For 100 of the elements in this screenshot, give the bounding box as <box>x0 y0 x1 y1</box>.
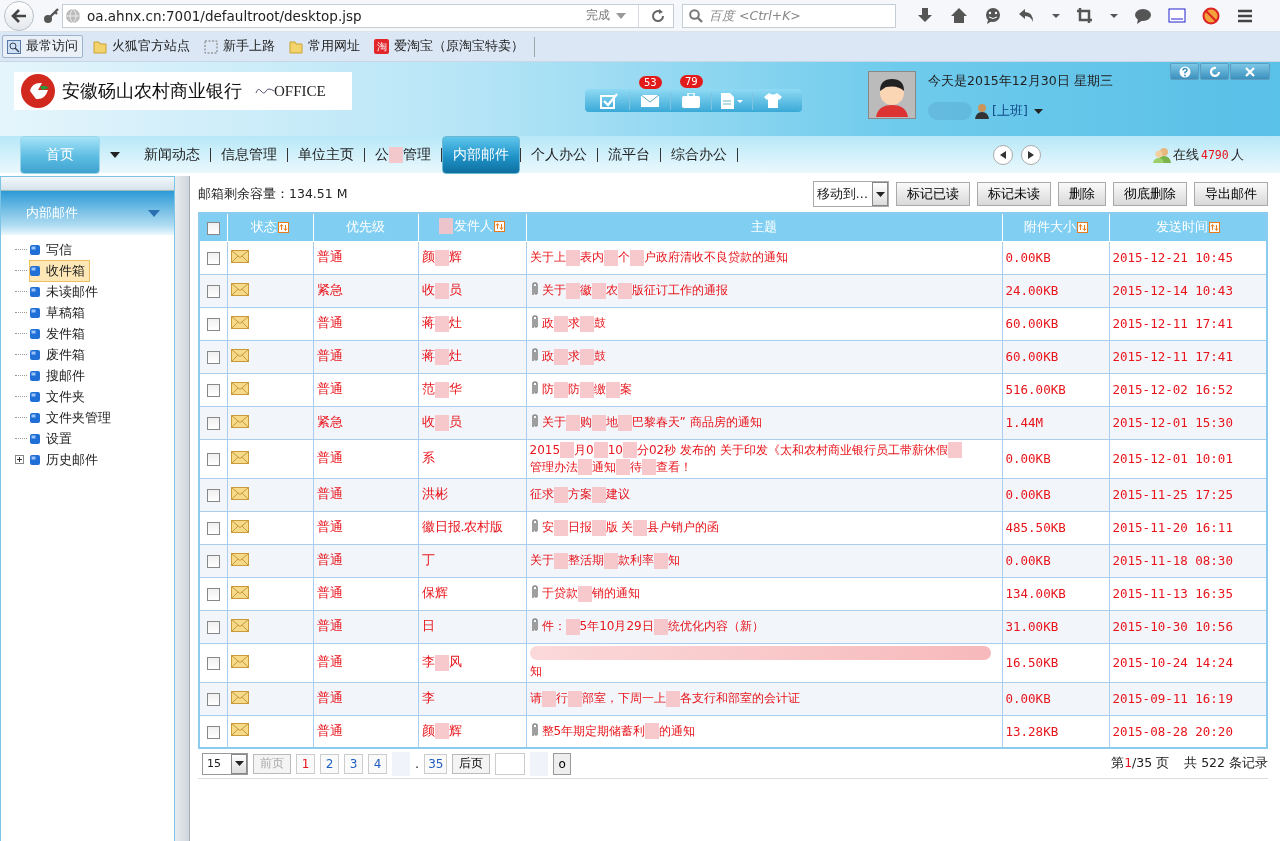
back-button[interactable] <box>4 0 34 31</box>
nav-tab[interactable]: 新闻动态 <box>134 139 210 170</box>
next-page-button[interactable]: 后页 <box>452 753 491 774</box>
redaction-mark <box>622 442 637 458</box>
page-button[interactable]: 2 <box>320 753 339 774</box>
refresh-button[interactable] <box>1200 63 1229 80</box>
subject-text: 求 <box>567 316 580 330</box>
row-checkbox[interactable] <box>206 489 220 502</box>
row-checkbox[interactable] <box>206 555 220 568</box>
close-button[interactable] <box>1230 63 1270 80</box>
page-button[interactable]: 4 <box>368 753 387 774</box>
priority-cell: 普通 <box>313 577 418 610</box>
redaction-mark <box>553 381 568 398</box>
square-icon <box>30 307 40 318</box>
collapse-bar[interactable] <box>1 177 174 191</box>
row-checkbox[interactable] <box>206 417 220 430</box>
record-total: 共 522 条记录 <box>1184 755 1268 772</box>
subject-text: 通知 <box>591 459 616 474</box>
page-input[interactable] <box>495 752 526 775</box>
action-button[interactable]: 导出邮件 <box>1194 182 1268 206</box>
user-status[interactable]: [上班] <box>992 102 1028 120</box>
user-icon <box>974 103 990 119</box>
sender-name: 颜 <box>421 249 435 264</box>
row-checkbox[interactable] <box>206 384 220 397</box>
folder-item[interactable]: 收件箱 <box>29 259 90 282</box>
address-field[interactable]: oa.ahnx.cn:7001/defaultroot/desktop.jsp 完成 <box>62 3 674 28</box>
page-size-dropdown[interactable]: 15 <box>202 752 248 775</box>
redaction-mark <box>617 282 632 299</box>
row-checkbox[interactable] <box>206 693 220 706</box>
swirl-icon <box>254 85 276 97</box>
folder-item[interactable]: 文件夹 <box>29 385 90 408</box>
action-button[interactable]: 标记已读 <box>896 182 970 206</box>
priority-cell: 普通 <box>313 544 418 577</box>
nav-tab-text: 管理 <box>403 145 431 164</box>
splitter[interactable] <box>175 176 190 841</box>
priority-cell: 普通 <box>313 373 418 406</box>
smiley-icon <box>984 6 1002 25</box>
folder-item[interactable]: 文件夹管理 <box>29 406 116 429</box>
page-button[interactable]: 35 <box>424 753 448 774</box>
page-button[interactable]: 1 <box>296 753 315 774</box>
expand-icon <box>15 455 24 464</box>
chat-icon <box>1134 6 1152 25</box>
bookmark[interactable]: 最常访问 <box>2 35 83 58</box>
action-button[interactable]: 标记未读 <box>977 182 1051 206</box>
nav-tab[interactable]: 个人办公 <box>521 139 597 170</box>
subject-text: 分02秒 发布的 关于印发《太和农村商业银行员工带薪休假 <box>636 442 948 457</box>
redaction-mark <box>565 249 580 266</box>
page-button[interactable]: 3 <box>344 753 363 774</box>
priority-cell: 普通 <box>313 511 418 544</box>
row-checkbox[interactable] <box>206 318 220 331</box>
sender-name: 收 <box>421 414 435 429</box>
action-button[interactable]: 彻底删除 <box>1113 182 1187 206</box>
priority-cell: 普通 <box>313 241 418 274</box>
scroll-right-button[interactable] <box>1021 144 1041 165</box>
move-to-dropdown[interactable]: 移动到… <box>812 181 889 207</box>
bookmark[interactable]: 淘 爱淘宝（原淘宝特卖） <box>370 36 528 57</box>
nav-tab[interactable]: 信息管理 <box>211 139 287 170</box>
priority-cell: 紧急 <box>313 274 418 307</box>
bookmark[interactable]: 火狐官方站点 <box>89 36 194 57</box>
row-checkbox[interactable] <box>206 621 220 634</box>
help-button[interactable] <box>1170 63 1199 80</box>
subject-text: 购 <box>579 415 592 429</box>
folder-item[interactable]: 写信 <box>29 238 77 261</box>
folder-icon <box>93 39 107 54</box>
row-checkbox[interactable] <box>206 725 220 739</box>
subject-text: 行 <box>555 691 568 705</box>
folder-item[interactable]: 未读邮件 <box>29 280 103 303</box>
size-cell: 134.00KB <box>1002 577 1109 610</box>
bookmark[interactable]: 常用网址 <box>285 36 364 57</box>
subject-text: 地 <box>605 415 618 429</box>
folder-item[interactable]: 废件箱 <box>29 343 90 366</box>
caret-icon <box>110 151 120 158</box>
row-checkbox[interactable] <box>206 453 220 466</box>
nav-tab[interactable]: 单位主页 <box>288 139 364 170</box>
row-checkbox[interactable] <box>206 588 220 601</box>
folder-item[interactable]: 草稿箱 <box>29 301 90 324</box>
redaction-mark <box>439 218 453 235</box>
folder-item[interactable]: 设置 <box>29 427 77 450</box>
select-all-checkbox[interactable] <box>206 221 220 235</box>
folder-item[interactable]: 历史邮件 <box>29 448 103 471</box>
search-field[interactable]: 百度 <Ctrl+K> <box>682 3 896 28</box>
row-checkbox[interactable] <box>206 522 220 535</box>
nav-tab[interactable]: 综合办公 <box>661 139 737 170</box>
redaction-mark <box>567 690 582 707</box>
sender-name: 李 <box>421 690 435 705</box>
scroll-left-button[interactable] <box>993 144 1013 165</box>
go-button[interactable]: o <box>553 752 571 775</box>
square-icon <box>30 328 40 339</box>
bookmark[interactable]: 新手上路 <box>200 36 279 57</box>
row-checkbox[interactable] <box>206 285 220 298</box>
subject-text: 件： <box>541 619 566 633</box>
nav-tab[interactable]: 流平台 <box>598 139 660 170</box>
envelope-icon <box>641 93 659 108</box>
row-checkbox[interactable] <box>206 657 220 670</box>
folder-item[interactable]: 搜邮件 <box>29 364 90 387</box>
action-button[interactable]: 删除 <box>1058 182 1106 206</box>
folder-item[interactable]: 发件箱 <box>29 322 90 345</box>
row-checkbox[interactable] <box>206 252 220 265</box>
subject-text: 安 <box>541 520 554 534</box>
row-checkbox[interactable] <box>206 351 220 364</box>
